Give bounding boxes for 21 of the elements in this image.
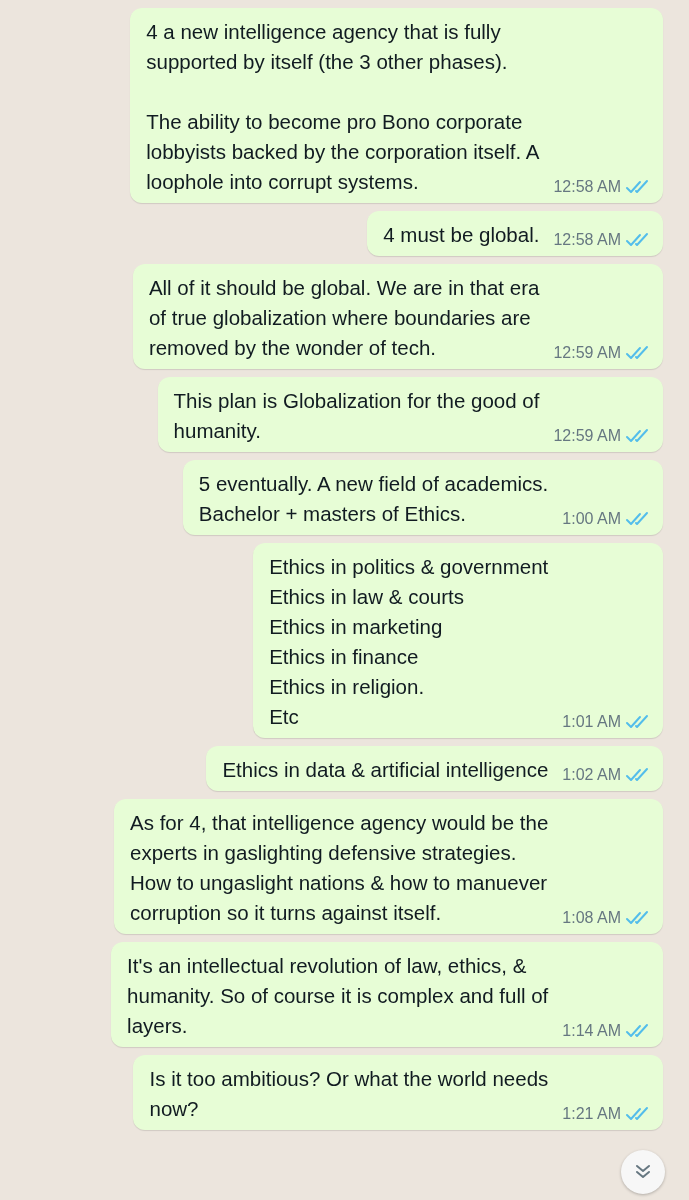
message-time: 12:59 AM	[553, 343, 621, 363]
message-text: 4 must be global.	[383, 222, 540, 248]
message-time: 12:58 AM	[553, 230, 621, 250]
message-text: All of it should be global. We are in that era of true globalization where boundaries are removed by the wonder of tech.	[148, 275, 540, 361]
message-text: 4 a new intelligence agency that is fully supported by itself (the 3 other phases). The ability to become pro Bono corporate lobbyists backed by the corporation itself. A loophole into corrupt systems.	[146, 19, 540, 195]
message-text: Is it too ambitious? Or what the world needs now?	[149, 1066, 549, 1122]
message-time: 12:58 AM	[553, 177, 621, 197]
scroll-down-button[interactable]	[621, 1150, 665, 1194]
message-time: 12:59 AM	[553, 426, 621, 446]
message-text: This plan is Globalization for the good of humanity.	[173, 388, 540, 444]
message-time: 1:00 AM	[562, 509, 621, 529]
message-time: 1:08 AM	[562, 908, 621, 928]
message-text: As for 4, that intelligence agency would be the experts in gaslighting defensive strategies. How to ungaslight nations & how to manuever corruption so it turns against itself.	[130, 810, 549, 926]
message-time: 1:02 AM	[562, 765, 621, 785]
message-text: Ethics in data & artificial intelligence	[222, 757, 549, 783]
message-text: It's an intellectual revolution of law, ethics, & humanity. So of course it is complex and full of layers.	[127, 953, 549, 1039]
message-time: 1:14 AM	[562, 1021, 621, 1041]
message-text: 5 eventually. A new field of academics. Bachelor + masters of Ethics.	[198, 471, 549, 527]
message-time: 1:21 AM	[562, 1104, 621, 1124]
message-text: Ethics in politics & government Ethics in law & courts Ethics in marketing Ethics in finance Ethics in religion. Etc	[269, 554, 549, 730]
message-time: 1:01 AM	[562, 712, 621, 732]
